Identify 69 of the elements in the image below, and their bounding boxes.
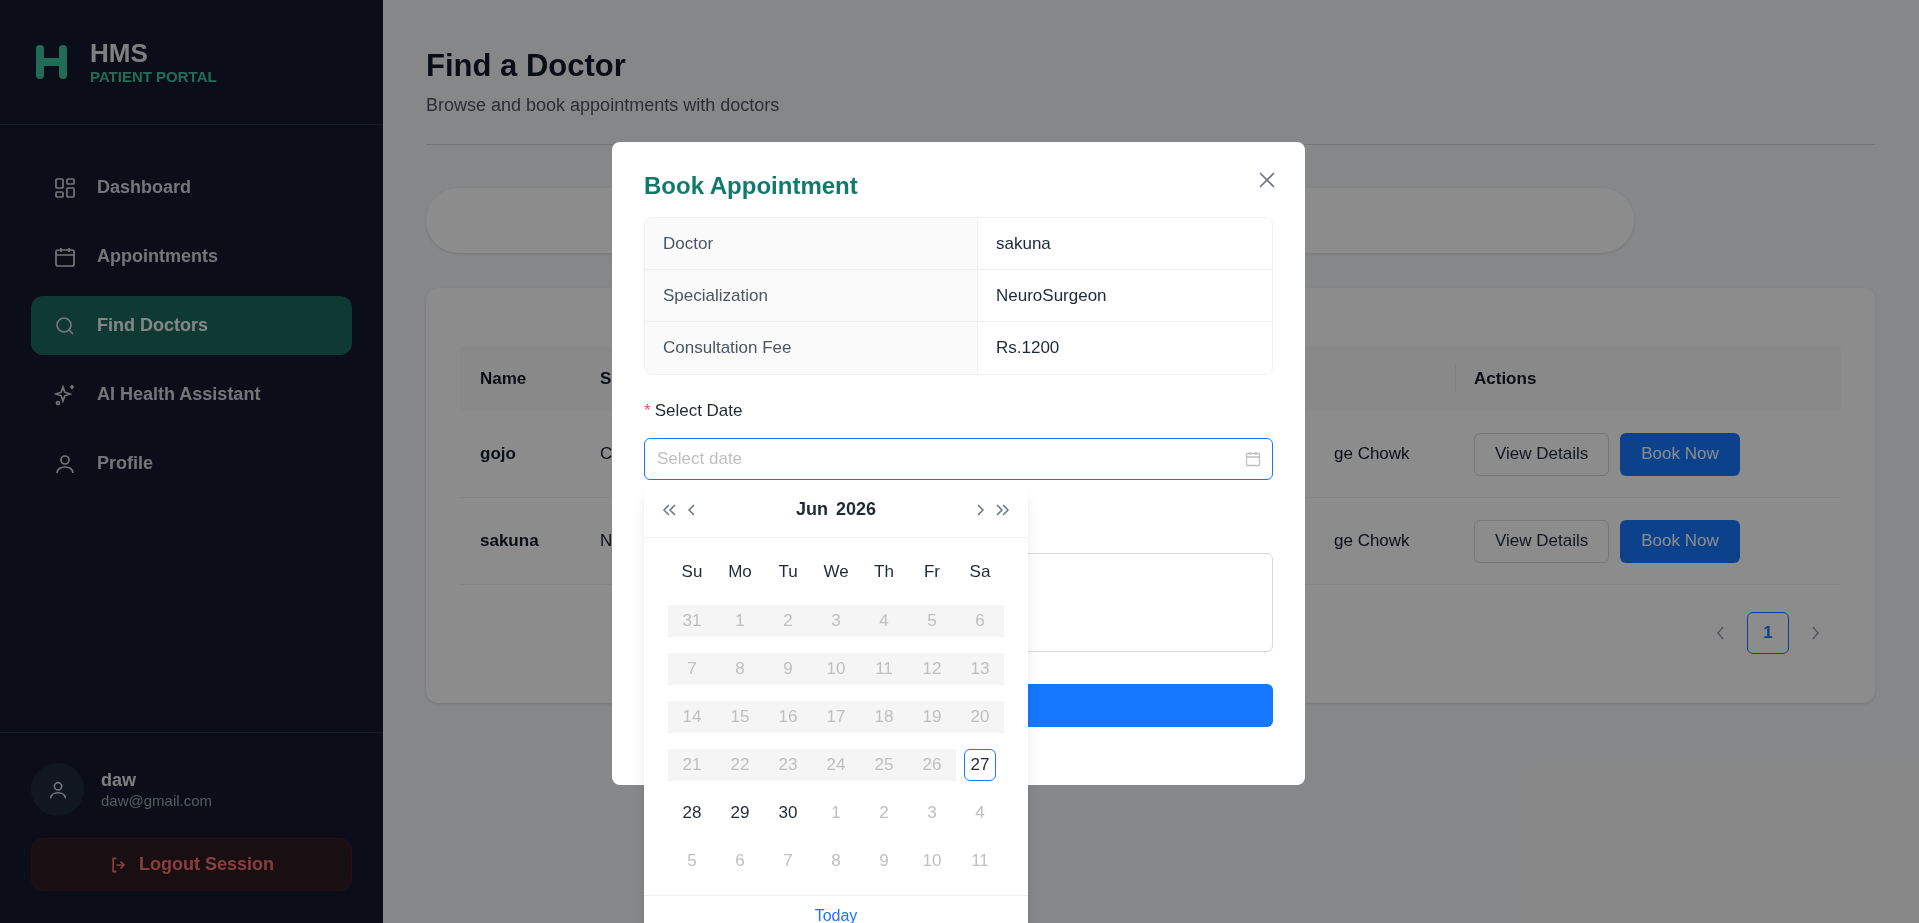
weekday-label: Th xyxy=(873,560,895,583)
book-now-button[interactable]: Book Now xyxy=(1620,432,1740,476)
day-button[interactable]: 27 xyxy=(964,749,996,781)
table-cell: C xyxy=(600,444,613,464)
dashboard-icon xyxy=(53,175,77,200)
month-button[interactable]: Jun xyxy=(795,496,828,523)
sparkles-icon xyxy=(53,382,77,407)
book-now-button[interactable]: Book Now xyxy=(1620,519,1740,563)
nav-item[interactable]: AI Health Assistant xyxy=(31,365,352,424)
required-mark: * xyxy=(644,400,651,423)
previous-year-icon[interactable] xyxy=(662,502,678,517)
day-button[interactable]: 3 xyxy=(908,797,956,829)
detail-value: NeuroSurgeon xyxy=(995,284,1107,307)
calendar-icon xyxy=(1245,451,1261,467)
day-button[interactable]: 30 xyxy=(764,797,812,829)
dialog-title: Book Appointment xyxy=(644,171,858,201)
table-cell-text: ge Chowk xyxy=(1333,530,1411,553)
logo-icon xyxy=(35,44,68,80)
table-cell: N xyxy=(600,531,613,551)
day-button[interactable]: 4 xyxy=(956,797,1004,829)
column-header: S xyxy=(600,368,612,388)
user-email: daw@gmail.com xyxy=(101,790,213,811)
detail-value: sakuna xyxy=(995,232,1051,255)
day-button[interactable]: 8 xyxy=(812,845,860,877)
nav-item[interactable]: Dashboard xyxy=(31,158,352,217)
view-details-button[interactable]: View Details xyxy=(1474,432,1610,476)
day-button[interactable]: 11 xyxy=(956,845,1004,877)
logout-button[interactable]: Logout Session xyxy=(31,838,352,891)
column-header: Actions xyxy=(1473,367,1538,390)
view-details-button[interactable]: View Details xyxy=(1474,519,1610,563)
day-button[interactable]: 6 xyxy=(716,845,764,877)
table-cell-text: ge Chowk xyxy=(1333,443,1411,466)
detail-label: Consultation Fee xyxy=(645,322,978,374)
date-field[interactable]: Select date xyxy=(644,438,1273,480)
field-label: Select Date xyxy=(654,400,743,423)
detail-value: Rs.1200 xyxy=(995,337,1060,360)
nav-item[interactable]: Appointments xyxy=(31,227,352,286)
user-name: daw xyxy=(101,768,137,791)
close-icon[interactable] xyxy=(1259,172,1275,188)
weekday-label: Tu xyxy=(777,560,799,583)
brand-tagline: PATIENT PORTAL xyxy=(90,68,217,86)
day-button[interactable]: 1 xyxy=(812,797,860,829)
next-year-icon[interactable] xyxy=(994,502,1010,517)
detail-label: Specialization xyxy=(645,270,978,321)
table-cell-text: sakuna xyxy=(479,530,540,553)
day-button[interactable]: 10 xyxy=(908,845,956,877)
table-cell-text: gojo xyxy=(479,443,517,466)
detail-label: Doctor xyxy=(645,218,978,269)
day-button[interactable]: 7 xyxy=(764,845,812,877)
page-button[interactable]: 1 xyxy=(1747,612,1789,654)
weekday-label: Sa xyxy=(968,560,992,583)
day-button[interactable]: 2 xyxy=(860,797,908,829)
day-button[interactable]: 5 xyxy=(668,845,716,877)
weekday-label: Mo xyxy=(727,560,753,583)
page-subtitle: Browse and book appointments with doctors xyxy=(426,94,781,116)
weekday-label: We xyxy=(822,560,850,583)
day-button[interactable]: 28 xyxy=(668,797,716,829)
day-button[interactable]: 29 xyxy=(716,797,764,829)
column-header: Name xyxy=(479,367,528,390)
weekday-label: Su xyxy=(680,560,704,583)
page-title: Find a Doctor xyxy=(426,47,627,85)
previous-month-icon[interactable] xyxy=(688,502,696,517)
nav-item[interactable]: Find Doctors xyxy=(31,296,352,355)
weekday-label: Fr xyxy=(922,560,941,583)
brand-name: HMS xyxy=(90,38,149,68)
year-button[interactable]: 2026 xyxy=(836,496,877,523)
nav-item[interactable]: Profile xyxy=(31,434,352,493)
day-button[interactable]: 9 xyxy=(860,845,908,877)
next-month-icon[interactable] xyxy=(976,502,984,517)
